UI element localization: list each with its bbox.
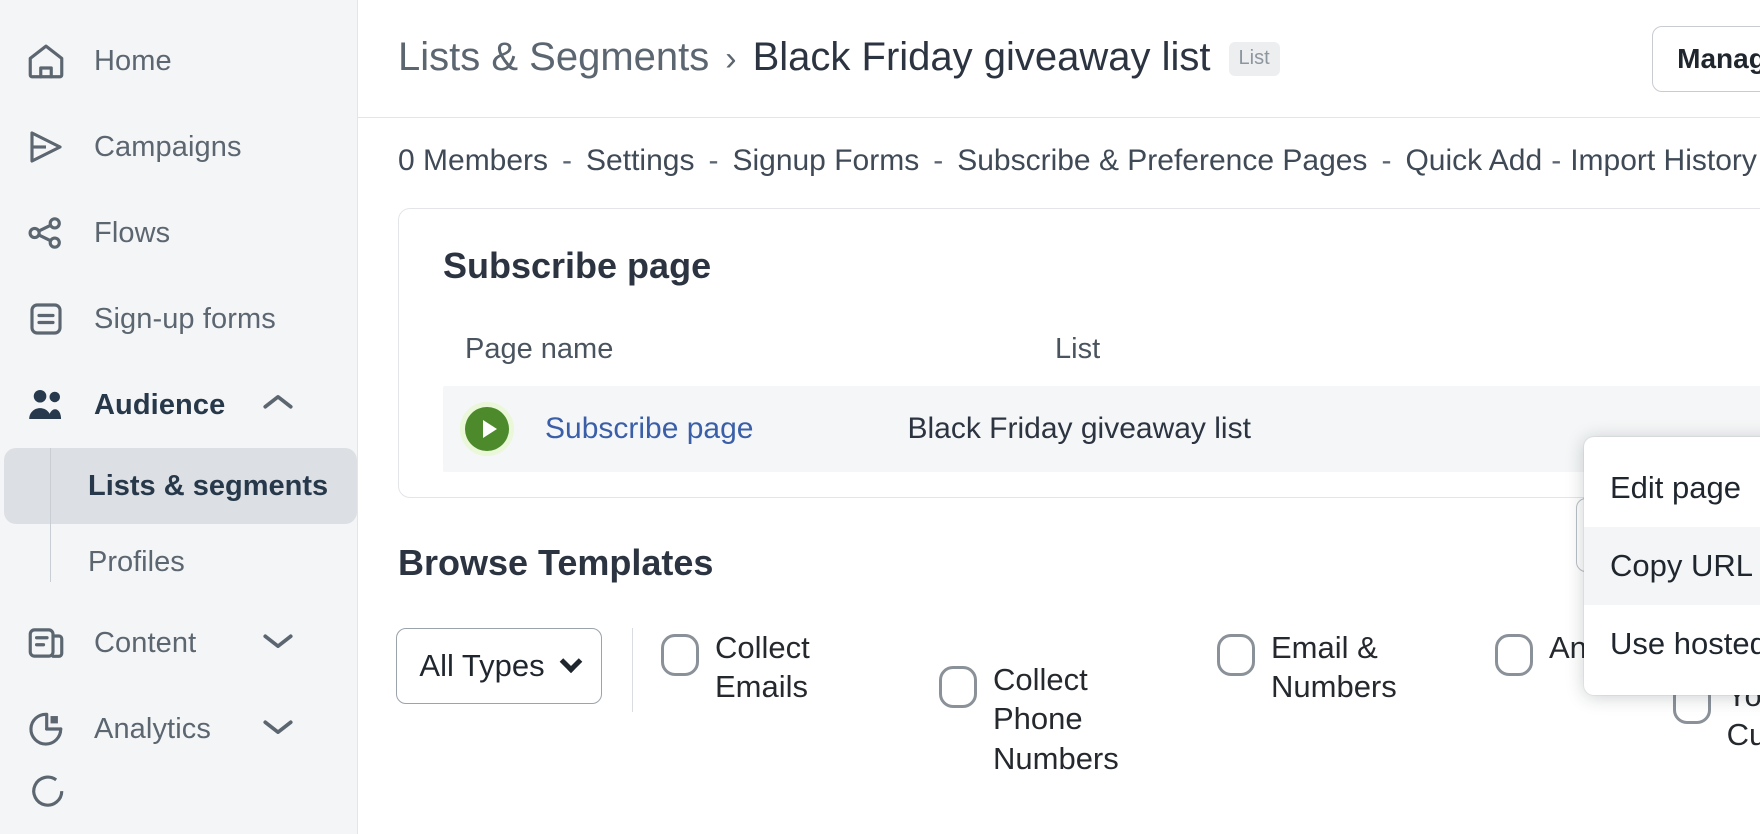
breadcrumb-separator-icon: › [725, 40, 737, 78]
sidebar-item-campaigns[interactable]: Campaigns [0, 104, 357, 190]
sidebar-item-signup-forms[interactable]: Sign-up forms [0, 276, 357, 362]
tab-subscribe-preference-pages[interactable]: Subscribe & Preference Pages [957, 144, 1367, 178]
table-row: Subscribe page Black Friday giveaway lis… [443, 386, 1760, 472]
tab-separator: - [933, 144, 944, 177]
tab-separator: - [708, 144, 719, 177]
sidebar-item-profiles[interactable]: Profiles [0, 524, 357, 600]
checkbox-box[interactable] [1495, 634, 1533, 676]
chevron-up-icon[interactable] [261, 391, 295, 420]
tab-separator: - [1551, 144, 1562, 177]
sidebar-item-label: Home [94, 44, 172, 77]
analytics-icon [24, 707, 68, 751]
sidebar-item-partial-cutoff[interactable] [0, 772, 357, 812]
sidebar-item-analytics[interactable]: Analytics [0, 686, 357, 772]
checkbox-email-and-numbers[interactable]: Email & Numbers [1217, 628, 1461, 707]
chevron-down-icon[interactable] [261, 629, 295, 658]
checkbox-label: Email & Numbers [1271, 630, 1397, 705]
checkbox-label: Collect Emails [715, 630, 810, 705]
content-icon [24, 621, 68, 665]
template-filters: All Types Collect Emails Collect Phone N… [396, 628, 1760, 778]
chevron-down-icon [559, 650, 582, 674]
sidebar-item-audience[interactable]: Audience [0, 362, 357, 448]
home-icon [24, 39, 68, 83]
checkbox-box[interactable] [1217, 634, 1255, 676]
card-title: Subscribe page [443, 245, 712, 286]
breadcrumb-parent[interactable]: Lists & Segments [398, 35, 709, 80]
sidebar-item-lists-and-segments[interactable]: Lists & segments [4, 448, 357, 524]
send-icon [24, 125, 68, 169]
subscribe-page-link[interactable]: Subscribe page [545, 412, 753, 446]
tab-quick-add[interactable]: Quick Add [1405, 144, 1542, 178]
sidebar-subitem-label: Profiles [88, 545, 185, 578]
tab-separator: - [562, 144, 573, 177]
audience-subnav: Lists & segments Profiles [0, 448, 357, 600]
conversations-icon [24, 772, 68, 812]
tab-signup-forms[interactable]: Signup Forms [732, 144, 919, 178]
manage-list-label: Manage List [1677, 42, 1760, 74]
checkbox-collect-emails[interactable]: Collect Emails [661, 628, 905, 707]
manage-list-button[interactable]: Manage List [1652, 25, 1760, 92]
sidebar-item-label: Analytics [94, 712, 211, 745]
sidebar-subitem-label: Lists & segments [88, 469, 329, 502]
subscribe-page-table: Page name List Subscribe page Black Frid… [443, 333, 1760, 472]
breadcrumb: Lists & Segments › Black Friday giveaway… [398, 35, 1280, 82]
menu-item-copy-url[interactable]: Copy URL [1584, 527, 1760, 605]
sidebar-item-flows[interactable]: Flows [0, 190, 357, 276]
sidebar-item-content[interactable]: Content [0, 600, 357, 686]
sidebar-item-home[interactable]: Home [0, 18, 357, 104]
menu-item-use-hosted-page[interactable]: Use hosted page [1584, 605, 1760, 683]
sidebar-item-label: Audience [94, 388, 226, 421]
subscribe-page-card: Subscribe page Page name List Subscribe … [398, 208, 1760, 498]
active-status-icon [465, 407, 509, 451]
flows-icon [24, 211, 68, 255]
tab-settings[interactable]: Settings [586, 144, 694, 178]
audience-icon [24, 383, 68, 427]
signup-forms-icon [24, 297, 68, 341]
table-header-row: Page name List [443, 333, 1760, 386]
sidebar-item-label: Content [94, 626, 197, 659]
tab-separator: - [1381, 144, 1392, 177]
sidebar-item-label: Campaigns [94, 130, 242, 163]
checkbox-label: Collect Phone Numbers [993, 662, 1119, 776]
sidebar: Home Campaigns Flows Sign-up forms Audie… [0, 0, 358, 834]
chevron-down-icon[interactable] [261, 715, 295, 744]
column-header-list: List [1055, 333, 1101, 365]
checkbox-collect-phone-numbers[interactable]: Collect Phone Numbers [939, 660, 1183, 778]
type-filter-value: All Types [419, 648, 545, 683]
tab-members[interactable]: 0 Members [398, 144, 548, 178]
main-content: Lists & Segments › Black Friday giveaway… [358, 0, 1760, 834]
filters-divider [632, 628, 633, 712]
menu-item-edit-page[interactable]: Edit page [1584, 449, 1760, 527]
sidebar-item-label: Sign-up forms [94, 302, 276, 335]
column-header-page-name: Page name [465, 333, 614, 365]
page-title: Black Friday giveaway list [752, 35, 1211, 79]
page-header: Lists & Segments › Black Friday giveaway… [358, 0, 1760, 118]
browse-templates-title: Browse Templates [398, 542, 714, 583]
checkbox-box[interactable] [661, 634, 699, 676]
row-actions-menu: Edit page Copy URL Use hosted page [1584, 437, 1760, 695]
checkbox-box[interactable] [939, 666, 977, 708]
list-tabs: 0 Members - Settings - Signup Forms - Su… [358, 118, 1760, 202]
status-badge: List [1228, 42, 1280, 76]
app-root: Home Campaigns Flows Sign-up forms Audie… [0, 0, 1760, 834]
tab-import-history[interactable]: Import History [1570, 144, 1757, 178]
sidebar-item-label: Flows [94, 216, 171, 249]
type-filter-select[interactable]: All Types [396, 628, 602, 704]
